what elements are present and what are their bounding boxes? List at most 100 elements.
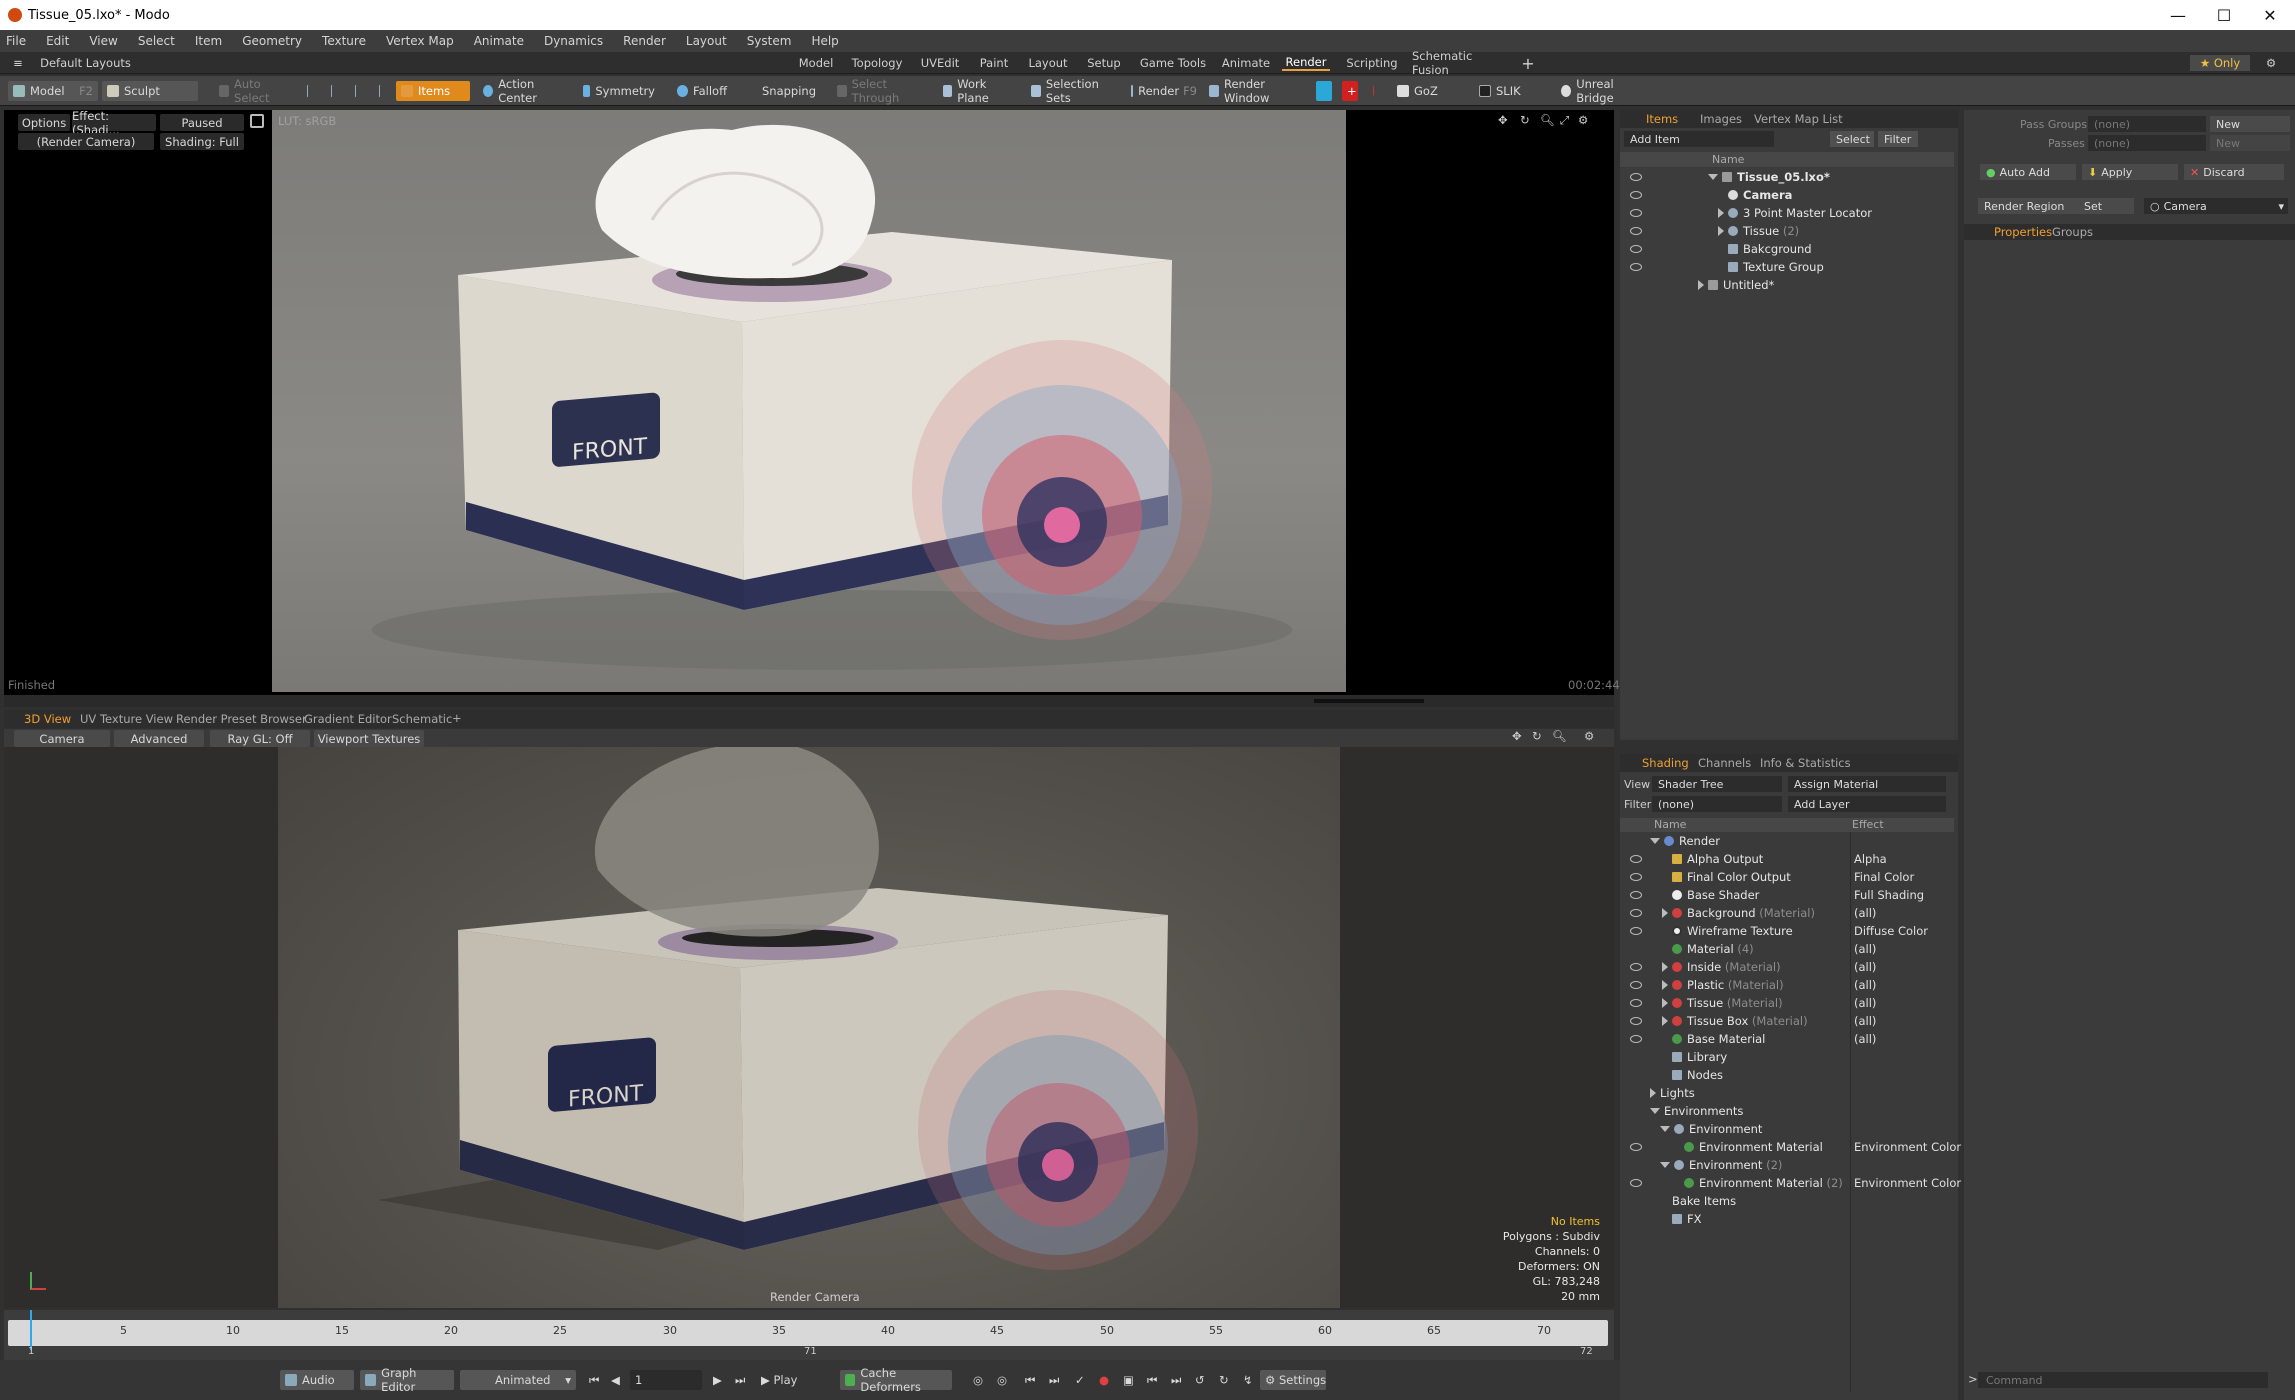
tab-render[interactable]: Render (1282, 55, 1330, 71)
tree-item-locator[interactable]: 3 Point Master Locator (1718, 204, 1872, 222)
polygons-mode-icon[interactable] (350, 81, 366, 101)
tab-groups[interactable]: Groups (2052, 225, 2093, 239)
shader-nodes[interactable]: Nodes (1672, 1066, 1723, 1084)
items-mode-button[interactable]: Items (396, 81, 470, 101)
shader-bake-items[interactable]: Bake Items (1672, 1192, 1736, 1210)
goz-button[interactable]: GoZ (1392, 81, 1448, 101)
shader-inside[interactable]: Inside (Material) (all) (1662, 958, 1876, 976)
tree-item-untitled[interactable]: Untitled* (1698, 276, 1774, 294)
shader-environment-material-2[interactable]: Environment Material (2) Environment Colo… (1684, 1174, 1961, 1192)
audio-button[interactable]: Audio (280, 1370, 354, 1390)
camera-select-dropdown[interactable]: ○ Camera ▾ (2144, 198, 2288, 214)
shader-render[interactable]: Render (1650, 832, 1720, 850)
menu-help[interactable]: Help (811, 34, 838, 48)
timeline[interactable]: 5 10 15 20 25 30 35 40 45 50 55 60 65 70… (4, 1310, 1614, 1360)
filter-button[interactable]: Filter (1878, 131, 1918, 147)
ray-gl-toggle[interactable]: Ray GL: Off (210, 730, 310, 747)
visibility-eye-icon[interactable] (1630, 909, 1642, 917)
tab-shading[interactable]: Shading (1642, 756, 1689, 770)
animated-dropdown[interactable]: Animated ▾ (460, 1370, 576, 1390)
advanced-dropdown[interactable]: Advanced (114, 730, 204, 747)
tab-game-tools[interactable]: Game Tools (1138, 55, 1208, 71)
vertices-mode-icon[interactable] (302, 81, 318, 101)
slik-button[interactable]: SLIK (1474, 81, 1526, 101)
menu-render[interactable]: Render (623, 34, 666, 48)
current-frame-marker[interactable] (30, 1310, 32, 1350)
set-button[interactable]: Set (2078, 198, 2134, 214)
visibility-eye-icon[interactable] (1630, 209, 1642, 217)
tab-vertex-map-list[interactable]: Vertex Map List (1754, 112, 1843, 126)
viewport-textures-toggle[interactable]: Viewport Textures (314, 730, 424, 747)
menu-system[interactable]: System (747, 34, 792, 48)
options-button[interactable]: Options (18, 114, 70, 131)
shader-final-color[interactable]: Final Color Output Final Color (1672, 868, 1914, 886)
next-frame-icon[interactable]: ▶ (708, 1370, 726, 1390)
menu-texture[interactable]: Texture (322, 34, 366, 48)
render-button[interactable]: Render F9 (1126, 81, 1202, 101)
3d-settings-icon[interactable]: ⚙ (1584, 729, 1594, 743)
tab-items[interactable]: Items (1646, 112, 1678, 126)
snapping-button[interactable]: Snapping (752, 81, 820, 101)
play-button[interactable]: ▶ Play (756, 1370, 812, 1390)
auto-select-button[interactable]: Auto Select (214, 77, 294, 105)
tree-item-camera[interactable]: Camera (1728, 186, 1792, 204)
tab-schematic[interactable]: Schematic (392, 712, 452, 726)
edges-mode-icon[interactable] (326, 81, 342, 101)
menu-select[interactable]: Select (138, 34, 175, 48)
prev-key-icon[interactable]: ⏮ (1020, 1370, 1036, 1390)
action-center-button[interactable]: Action Center (478, 77, 570, 105)
prev-frame-icon[interactable]: ◀ (606, 1370, 624, 1390)
visibility-eye-icon[interactable] (1630, 855, 1642, 863)
maximize-button[interactable]: ☐ (2201, 0, 2247, 30)
loop-icon[interactable]: ↺ (1190, 1370, 1206, 1390)
rotate-icon-3d[interactable]: ↻ (1532, 729, 1542, 743)
add-layer-dropdown[interactable]: Add Layer (1788, 796, 1946, 812)
visibility-eye-icon[interactable] (1630, 999, 1642, 1007)
shader-environment-2[interactable]: Environment (2) (1660, 1156, 1782, 1174)
step-fwd-icon[interactable]: ⏭ (1166, 1370, 1182, 1390)
shader-material[interactable]: Material (4) (all) (1672, 940, 1876, 958)
tab-images[interactable]: Images (1700, 112, 1742, 126)
falloff-button[interactable]: Falloff (672, 81, 732, 101)
symmetry-button[interactable]: Symmetry (578, 81, 660, 101)
new-pass-button[interactable]: New (2210, 135, 2290, 151)
next-key-icon[interactable]: ⏭ (1044, 1370, 1060, 1390)
fit-icon[interactable]: ⤢ (1560, 113, 1569, 128)
tab-render-preset-browser[interactable]: Render Preset Browser (176, 712, 307, 726)
shader-environment[interactable]: Environment (1660, 1120, 1762, 1138)
layout-menu-icon[interactable]: ≡ (10, 55, 26, 71)
visibility-eye-icon[interactable] (1630, 1017, 1642, 1025)
shader-environment-material[interactable]: Environment Material Environment Color (1684, 1138, 1961, 1156)
minimize-button[interactable]: — (2155, 0, 2201, 30)
unreal-bridge-button[interactable]: Unreal Bridge (1556, 77, 1648, 105)
rotate-icon[interactable]: ↻ (1520, 113, 1530, 127)
visibility-eye-icon[interactable] (1630, 981, 1642, 989)
tab-uv-texture-view[interactable]: UV Texture View (80, 712, 173, 726)
graph-editor-button[interactable]: Graph Editor (360, 1366, 454, 1394)
move-icon[interactable]: ✥ (1498, 113, 1508, 127)
key-icon[interactable]: ◎ (968, 1370, 984, 1390)
new-pass-group-button[interactable]: New (2210, 116, 2290, 132)
shader-alpha-output[interactable]: Alpha Output Alpha (1672, 850, 1887, 868)
tab-info-statistics[interactable]: Info & Statistics (1760, 756, 1851, 770)
apply-button[interactable]: ⬇ Apply (2082, 164, 2178, 180)
tab-gradient-editor[interactable]: Gradient Editor (304, 712, 392, 726)
tab-scripting[interactable]: Scripting (1346, 55, 1398, 71)
move-icon-3d[interactable]: ✥ (1512, 729, 1522, 743)
command-input[interactable]: Command (1978, 1372, 2268, 1388)
filter-dropdown[interactable]: (none) (1652, 796, 1782, 812)
tab-animate[interactable]: Animate (1222, 55, 1270, 71)
tab-setup[interactable]: Setup (1084, 55, 1124, 71)
assign-material-dropdown[interactable]: Assign Material (1788, 776, 1946, 792)
select-through-button[interactable]: Select Through (832, 77, 926, 105)
tab-layout[interactable]: Layout (1026, 55, 1070, 71)
menu-animate[interactable]: Animate (474, 34, 524, 48)
plus-red-icon[interactable]: + (1342, 81, 1358, 101)
visibility-eye-icon[interactable] (1630, 1143, 1642, 1151)
shader-fx[interactable]: FX (1672, 1210, 1702, 1228)
visibility-eye-icon[interactable] (1630, 227, 1642, 235)
menu-dynamics[interactable]: Dynamics (544, 34, 603, 48)
render-camera-dropdown[interactable]: (Render Camera) (18, 133, 154, 150)
once-icon[interactable]: ↯ (1238, 1370, 1254, 1390)
tab-uvedit[interactable]: UVEdit (918, 55, 962, 71)
